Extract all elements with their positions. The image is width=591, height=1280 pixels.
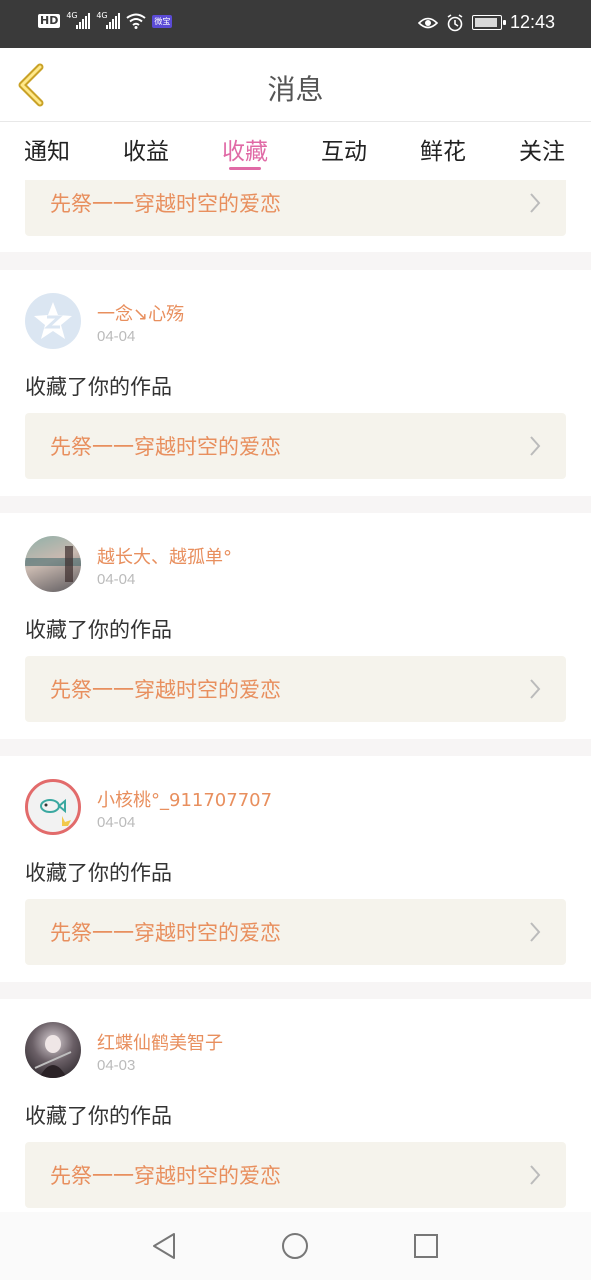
work-title: 先祭一一穿越时空的爱恋 (50, 435, 281, 459)
username[interactable]: 红蝶仙鹤美智子 (97, 1029, 223, 1055)
username[interactable]: 小核桃°_911707707 (97, 786, 272, 812)
anime-avatar-icon (34, 1035, 72, 1078)
chevron-right-icon (530, 1165, 541, 1185)
action-text: 收藏了你的作品 (25, 618, 172, 642)
fish-avatar-icon (40, 798, 71, 826)
alarm-icon (447, 13, 463, 31)
status-bar: HD 4G 4G 微宝 12:43 (0, 0, 591, 48)
action-text: 收藏了你的作品 (25, 861, 172, 885)
work-link[interactable]: 先祭一一穿越时空的爱恋 (25, 899, 566, 965)
date: 04-04 (97, 571, 136, 588)
network-type-label: 4G (66, 11, 78, 20)
photo-avatar-icon (25, 546, 81, 582)
work-link[interactable]: 先祭一一穿越时空的爱恋 (25, 656, 566, 722)
recents-square-icon[interactable] (410, 1230, 442, 1262)
work-title: 先祭一一穿越时空的爱恋 (50, 1164, 281, 1188)
qzone-avatar-icon (34, 302, 72, 339)
chevron-right-icon (530, 193, 541, 213)
signal-icon: 4G (96, 11, 121, 29)
action-text: 收藏了你的作品 (25, 375, 172, 399)
tab-earnings[interactable]: 收益 (123, 132, 169, 166)
avatar[interactable] (25, 779, 81, 835)
work-link[interactable]: 先祭一一穿越时空的爱恋 (25, 413, 566, 479)
app-badge-icon: 微宝 (152, 14, 173, 28)
chevron-right-icon (530, 922, 541, 942)
date: 04-03 (97, 1057, 136, 1074)
date: 04-04 (97, 328, 136, 345)
work-title: 先祭一一穿越时空的爱恋 (50, 678, 281, 702)
back-triangle-icon[interactable] (148, 1230, 180, 1262)
work-title: 先祭一一穿越时空的爱恋 (50, 921, 281, 945)
list-item: 先祭一一穿越时空的爱恋 (0, 180, 591, 252)
avatar[interactable] (25, 293, 81, 349)
tab-following[interactable]: 关注 (519, 132, 565, 166)
home-circle-icon[interactable] (279, 1230, 311, 1262)
app-header: 消息 (0, 48, 591, 122)
tab-favorites[interactable]: 收藏 (222, 132, 268, 166)
work-link[interactable]: 先祭一一穿越时空的爱恋 (25, 180, 566, 236)
status-right: 12:43 (417, 12, 555, 33)
message-list: 先祭一一穿越时空的爱恋 一念↘心殇 04-04 收藏了你的作品 先祭一一穿越时空… (0, 180, 591, 1212)
avatar[interactable] (25, 536, 81, 592)
tab-indicator (229, 167, 261, 170)
action-text: 收藏了你的作品 (25, 1104, 172, 1128)
chevron-right-icon (530, 436, 541, 456)
tab-flowers[interactable]: 鲜花 (420, 132, 466, 166)
clock-time: 12:43 (509, 12, 555, 32)
page-title: 消息 (267, 73, 324, 106)
list-item: 一念↘心殇 04-04 收藏了你的作品 先祭一一穿越时空的爱恋 (0, 270, 591, 496)
username[interactable]: 越长大、越孤单° (97, 543, 232, 569)
date: 04-04 (97, 814, 136, 831)
network-type-label: 4G (96, 11, 108, 20)
tab-interactions[interactable]: 互动 (321, 132, 367, 166)
list-item: 红蝶仙鹤美智子 04-03 收藏了你的作品 先祭一一穿越时空的爱恋 (0, 999, 591, 1212)
work-link[interactable]: 先祭一一穿越时空的爱恋 (25, 1142, 566, 1208)
list-item: 小核桃°_911707707 04-04 收藏了你的作品 先祭一一穿越时空的爱恋 (0, 756, 591, 982)
work-title: 先祭一一穿越时空的爱恋 (50, 192, 281, 216)
tab-notifications[interactable]: 通知 (24, 132, 70, 166)
username[interactable]: 一念↘心殇 (97, 300, 184, 326)
eye-icon (417, 17, 438, 28)
avatar[interactable] (25, 1022, 81, 1078)
hd-indicator: HD (38, 14, 61, 28)
status-left: HD 4G 4G 微宝 (38, 11, 173, 29)
battery-icon (471, 15, 506, 30)
chevron-right-icon (530, 679, 541, 699)
list-item: 越长大、越孤单° 04-04 收藏了你的作品 先祭一一穿越时空的爱恋 (0, 513, 591, 739)
wifi-icon (126, 13, 146, 29)
signal-icon: 4G (66, 11, 91, 29)
system-nav-bar (0, 1212, 591, 1280)
tab-bar: 通知 收益 收藏 互动 鲜花 关注 (0, 122, 591, 180)
